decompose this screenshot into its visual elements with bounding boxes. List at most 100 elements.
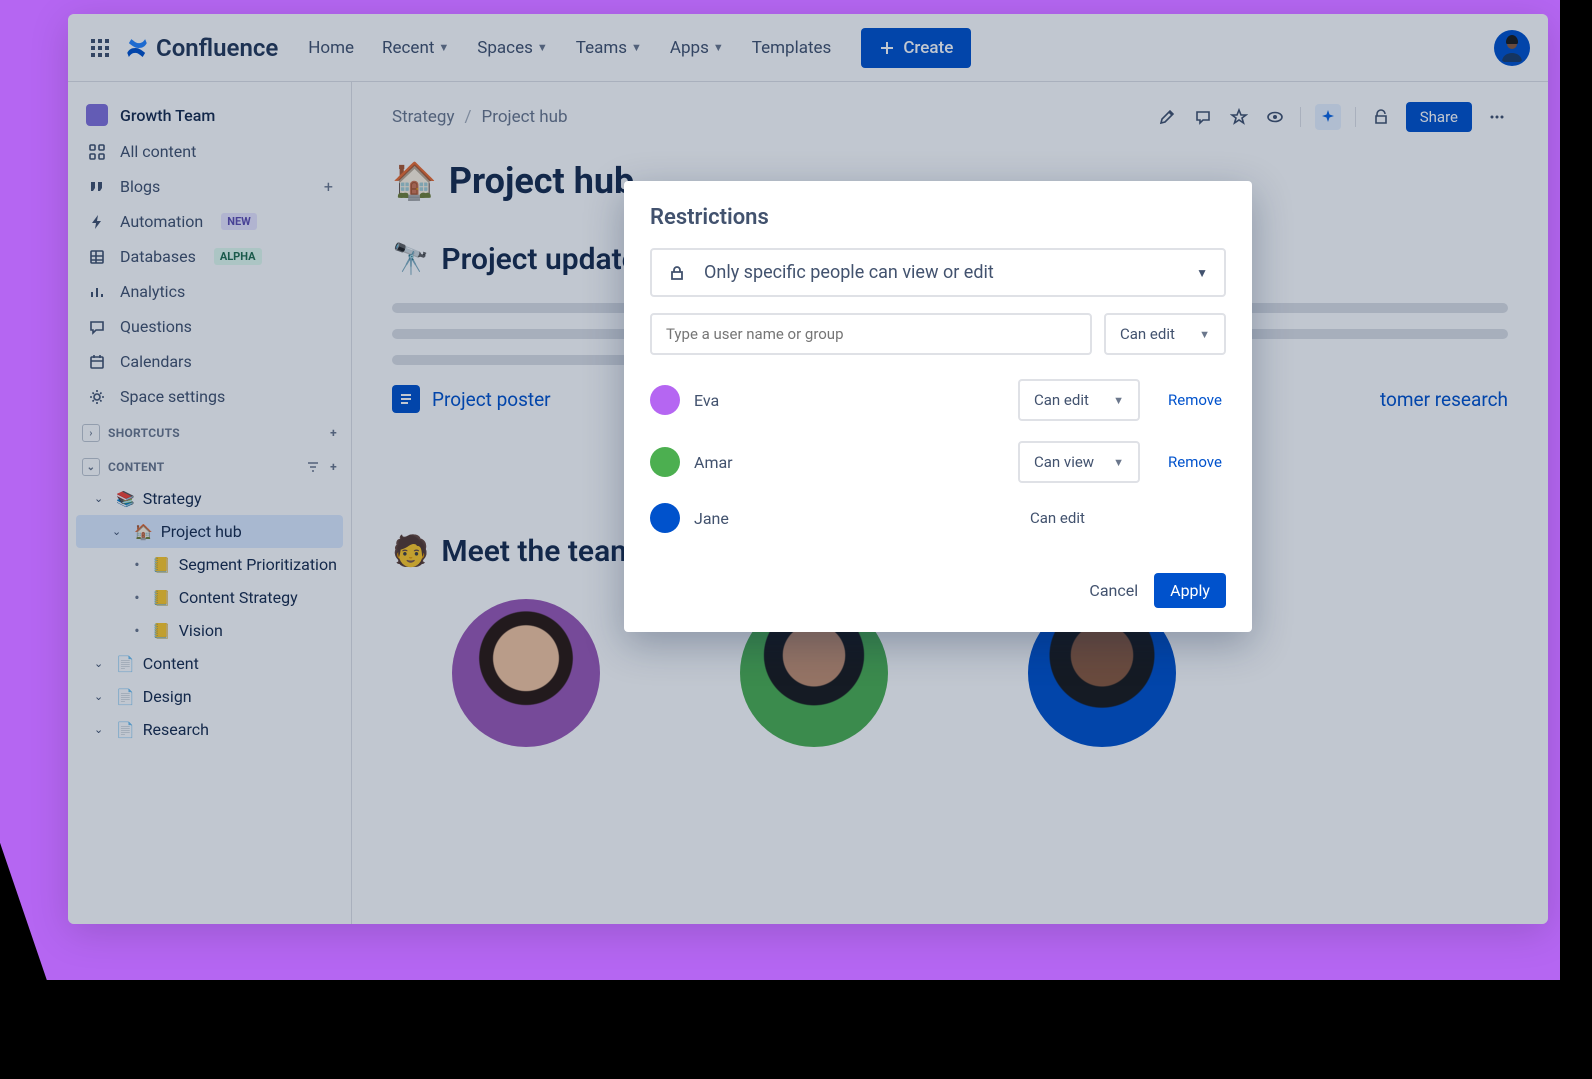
nav-templates[interactable]: Templates <box>752 38 832 58</box>
add-shortcut-icon[interactable]: + <box>330 426 337 440</box>
avatar-icon <box>650 503 680 533</box>
app-switcher-icon[interactable] <box>86 34 114 62</box>
sidebar-item-databases[interactable]: DatabasesALPHA <box>76 239 343 274</box>
add-content-icon[interactable]: + <box>330 460 337 474</box>
tree-content-strategy[interactable]: •📒Content Strategy <box>76 581 343 614</box>
chevron-down-icon: ⌄ <box>94 723 108 736</box>
chevron-down-icon: ▼ <box>1199 328 1210 341</box>
page-icon: 📄 <box>116 721 135 739</box>
calendar-icon <box>86 353 108 371</box>
edit-icon[interactable] <box>1156 106 1178 128</box>
expand-icon[interactable]: › <box>82 424 100 442</box>
database-icon <box>86 248 108 266</box>
chevron-down-icon: ▼ <box>631 41 642 54</box>
lock-icon <box>668 264 686 282</box>
confluence-logo[interactable]: Confluence <box>124 34 278 62</box>
bolt-icon <box>86 213 108 231</box>
tree-research[interactable]: ⌄📄Research <box>76 713 343 746</box>
page-icon: 📄 <box>116 688 135 706</box>
cancel-button[interactable]: Cancel <box>1089 581 1138 600</box>
dialog-title: Restrictions <box>650 205 1226 230</box>
quote-icon <box>86 178 108 196</box>
permission-select[interactable]: Can edit▼ <box>1104 313 1226 355</box>
space-header[interactable]: Growth Team <box>76 96 343 134</box>
member-permission-static: Can edit <box>1018 509 1140 527</box>
apply-button[interactable]: Apply <box>1154 573 1226 608</box>
remove-member-link[interactable]: Remove <box>1168 391 1226 409</box>
page-icon: 📄 <box>116 655 135 673</box>
books-icon: 📚 <box>116 490 135 508</box>
nav-home[interactable]: Home <box>308 38 354 58</box>
star-icon[interactable] <box>1228 106 1250 128</box>
chevron-down-icon: ▼ <box>713 41 724 54</box>
tree-segment-prioritization[interactable]: •📒Segment Prioritization <box>76 548 343 581</box>
create-button[interactable]: Create <box>861 28 971 68</box>
nav-spaces[interactable]: Spaces▼ <box>477 38 547 58</box>
sidebar: Growth Team All content Blogs+ Automatio… <box>68 82 352 924</box>
avatar-icon <box>650 447 680 477</box>
nav-teams[interactable]: Teams▼ <box>576 38 642 58</box>
chart-icon <box>86 283 108 301</box>
chevron-down-icon: ▼ <box>1196 266 1208 280</box>
sidebar-item-analytics[interactable]: Analytics <box>76 274 343 309</box>
avatar-icon <box>650 385 680 415</box>
ledger-icon: 📒 <box>152 556 171 574</box>
space-icon <box>86 104 108 126</box>
comment-icon[interactable] <box>1192 106 1214 128</box>
house-icon: 🏠 <box>134 523 153 541</box>
sidebar-item-automation[interactable]: AutomationNEW <box>76 204 343 239</box>
link-customer-research[interactable]: tomer research <box>1380 388 1508 411</box>
tree-content[interactable]: ⌄📄Content <box>76 647 343 680</box>
member-row: Eva Can edit▼ Remove <box>650 369 1226 431</box>
avatar-icon <box>1496 32 1528 64</box>
chevron-down-icon: ⌄ <box>112 525 126 538</box>
restriction-mode-select[interactable]: Only specific people can view or edit ▼ <box>650 248 1226 297</box>
plus-icon <box>879 40 895 56</box>
chevron-down-icon: ⌄ <box>94 492 108 505</box>
content-section: ⌄ CONTENT + <box>76 448 343 482</box>
gear-icon <box>86 388 108 406</box>
remove-member-link[interactable]: Remove <box>1168 453 1226 471</box>
share-button[interactable]: Share <box>1406 102 1472 132</box>
chevron-down-icon: ▼ <box>537 41 548 54</box>
tree-strategy[interactable]: ⌄📚Strategy <box>76 482 343 515</box>
watch-icon[interactable] <box>1264 106 1286 128</box>
sidebar-item-questions[interactable]: Questions <box>76 309 343 344</box>
sidebar-item-calendars[interactable]: Calendars <box>76 344 343 379</box>
team-member-avatar[interactable] <box>452 599 600 747</box>
sidebar-item-all-content[interactable]: All content <box>76 134 343 169</box>
ledger-icon: 📒 <box>152 622 171 640</box>
member-permission-select[interactable]: Can view▼ <box>1018 441 1140 483</box>
member-permission-select[interactable]: Can edit▼ <box>1018 379 1140 421</box>
telescope-icon: 🔭 <box>392 242 429 277</box>
nav-apps[interactable]: Apps▼ <box>670 38 724 58</box>
member-row: Jane Can edit <box>650 493 1226 543</box>
grid-icon <box>86 143 108 161</box>
nav-recent[interactable]: Recent▼ <box>382 38 449 58</box>
chevron-down-icon: ⌄ <box>94 657 108 670</box>
filter-icon[interactable] <box>306 460 320 474</box>
chat-icon <box>86 318 108 336</box>
user-group-input[interactable] <box>650 313 1092 355</box>
link-project-poster[interactable]: Project poster <box>432 388 551 411</box>
chevron-down-icon: ▼ <box>1113 394 1124 407</box>
add-blog-icon[interactable]: + <box>324 177 333 196</box>
tree-project-hub[interactable]: ⌄🏠Project hub <box>76 515 343 548</box>
document-icon <box>392 385 420 413</box>
breadcrumb-item[interactable]: Strategy <box>392 107 455 127</box>
more-icon[interactable] <box>1486 106 1508 128</box>
new-badge: NEW <box>221 213 257 230</box>
sidebar-item-space-settings[interactable]: Space settings <box>76 379 343 414</box>
member-row: Amar Can view▼ Remove <box>650 431 1226 493</box>
tree-vision[interactable]: •📒Vision <box>76 614 343 647</box>
sidebar-item-blogs[interactable]: Blogs+ <box>76 169 343 204</box>
lock-icon[interactable] <box>1370 106 1392 128</box>
chevron-down-icon: ▼ <box>438 41 449 54</box>
member-name: Jane <box>694 509 1004 528</box>
person-icon: 🧑 <box>392 534 429 569</box>
breadcrumb-item[interactable]: Project hub <box>482 107 568 127</box>
ai-icon[interactable] <box>1315 104 1341 130</box>
tree-design[interactable]: ⌄📄Design <box>76 680 343 713</box>
profile-avatar[interactable] <box>1494 30 1530 66</box>
collapse-icon[interactable]: ⌄ <box>82 458 100 476</box>
